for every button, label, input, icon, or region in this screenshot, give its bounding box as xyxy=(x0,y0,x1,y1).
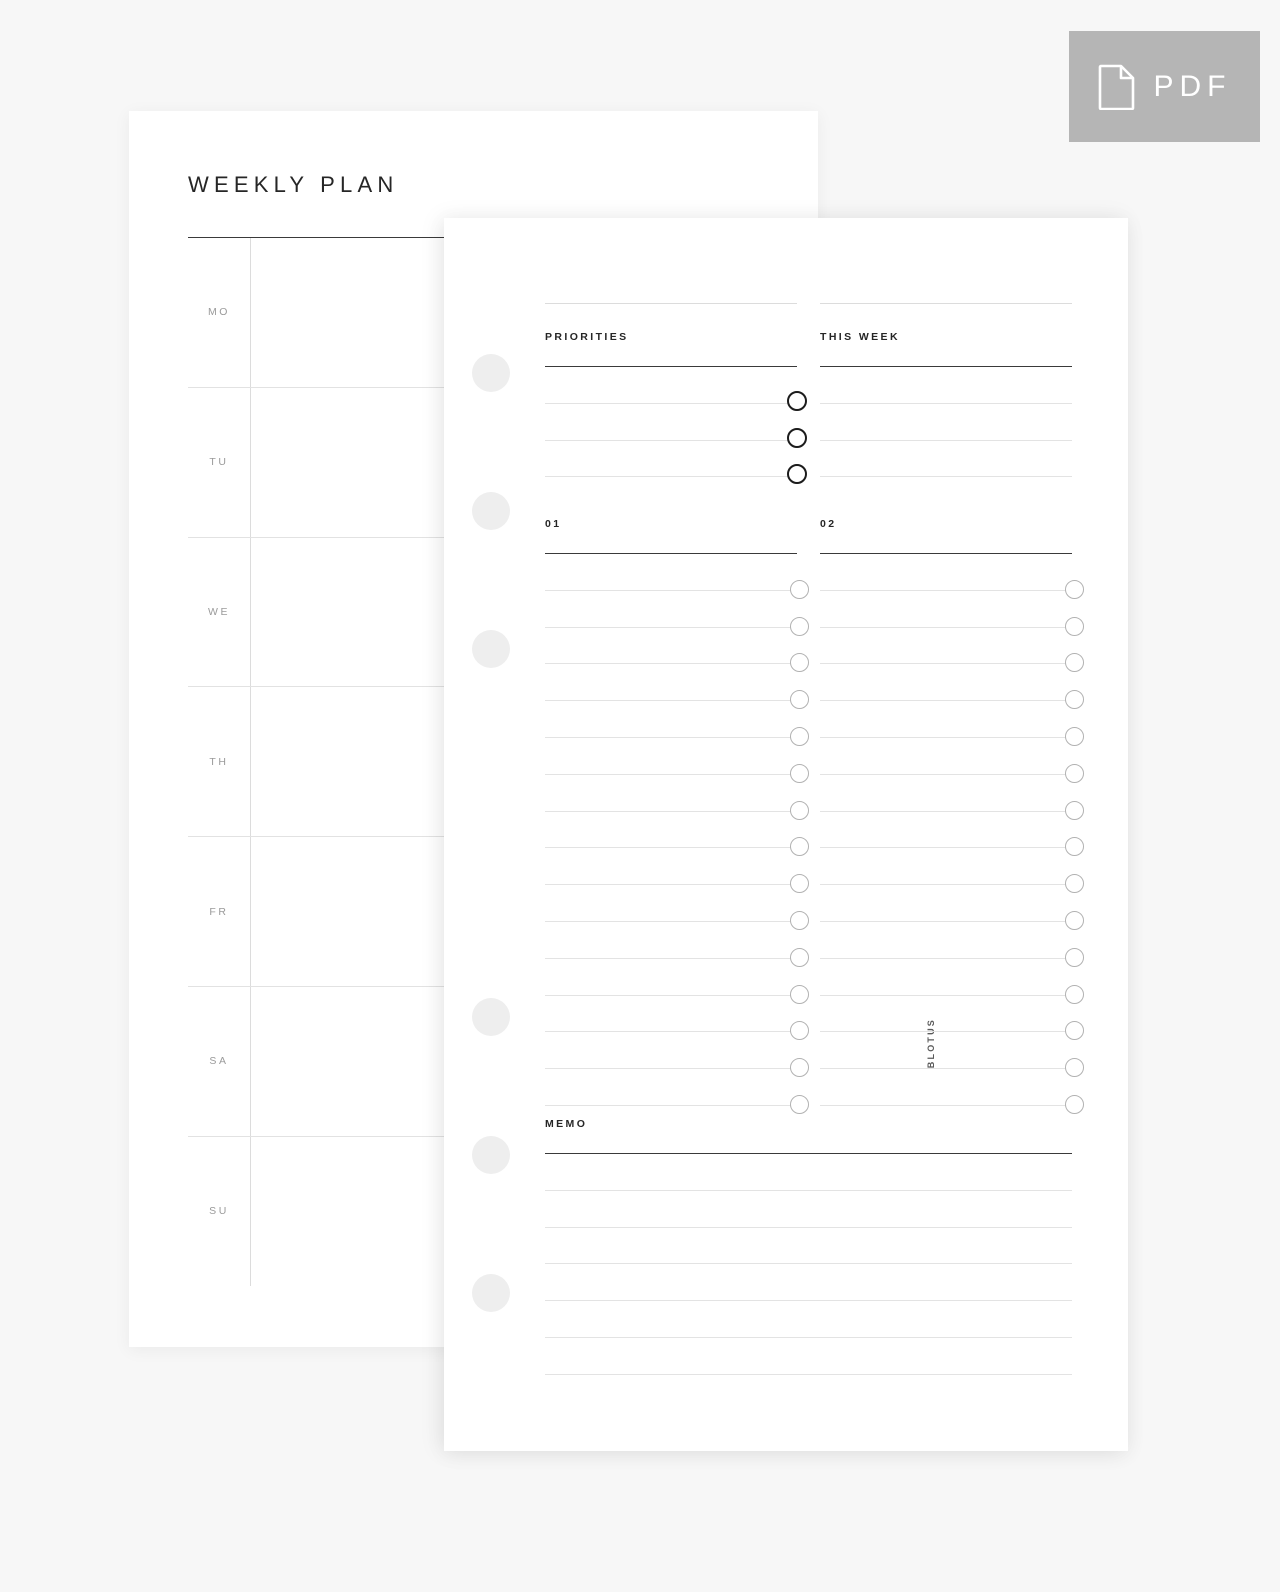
list02-row[interactable] xyxy=(820,848,1084,894)
binder-hole xyxy=(472,1136,510,1174)
list-02-heading: 02 xyxy=(820,518,837,530)
list01-row[interactable] xyxy=(545,1069,809,1114)
list01-row[interactable] xyxy=(545,738,809,783)
list02-row[interactable] xyxy=(820,1032,1084,1078)
memo-row[interactable] xyxy=(545,1301,1072,1338)
binder-hole xyxy=(472,630,510,668)
list01-row[interactable] xyxy=(545,848,809,894)
day-label-cell: TU xyxy=(188,388,250,537)
list-01-rows xyxy=(545,554,809,1114)
checkbox-circle-icon[interactable] xyxy=(1065,1094,1084,1114)
day-label-th: TH xyxy=(209,755,229,768)
this-week-rows xyxy=(820,367,1072,478)
list01-row[interactable] xyxy=(545,664,809,710)
day-label-cell: FR xyxy=(188,837,250,986)
list01-row[interactable] xyxy=(545,996,809,1041)
priorities-section: PRIORITIES xyxy=(545,303,807,485)
checkbox-circle-icon[interactable] xyxy=(790,1094,809,1114)
list02-row[interactable] xyxy=(820,664,1084,710)
binder-hole xyxy=(472,1274,510,1312)
day-label-cell: SU xyxy=(188,1137,250,1286)
list02-row[interactable] xyxy=(820,701,1084,746)
list02-row[interactable] xyxy=(820,738,1084,783)
pdf-badge-label: PDF xyxy=(1153,69,1232,103)
day-label-sa: SA xyxy=(209,1055,229,1068)
day-label-cell: SA xyxy=(188,987,250,1136)
priorities-row[interactable] xyxy=(545,404,807,448)
list02-row[interactable] xyxy=(820,996,1084,1041)
day-label-cell: MO xyxy=(188,238,250,387)
day-label-mo: MO xyxy=(207,306,231,319)
day-label-fr: FR xyxy=(209,905,229,918)
memo-row[interactable] xyxy=(545,1264,1072,1302)
this-week-heading: THIS WEEK xyxy=(820,331,900,343)
list02-row[interactable] xyxy=(820,775,1084,820)
list01-row[interactable] xyxy=(545,1032,809,1078)
pdf-badge: PDF xyxy=(1069,31,1260,142)
list01-row[interactable] xyxy=(545,628,809,673)
this-week-section: THIS WEEK xyxy=(820,303,1072,478)
thisweek-row[interactable] xyxy=(820,441,1072,478)
list-02-rows xyxy=(820,554,1084,1114)
memo-section: MEMO xyxy=(545,1118,1072,1375)
memo-heading: MEMO xyxy=(545,1118,588,1130)
binder-hole xyxy=(472,998,510,1036)
list02-row[interactable] xyxy=(820,959,1084,1004)
tasks-page: BLOTUS PRIORITIES THIS WEEK 01 02 MEMO xyxy=(444,218,1128,1451)
list01-row[interactable] xyxy=(545,885,809,930)
memo-row[interactable] xyxy=(545,1338,1072,1375)
day-label-we: WE xyxy=(207,605,231,618)
list02-row[interactable] xyxy=(820,591,1084,636)
priorities-row[interactable] xyxy=(545,367,807,411)
list01-row[interactable] xyxy=(545,701,809,746)
list02-row[interactable] xyxy=(820,885,1084,930)
list02-row[interactable] xyxy=(820,922,1084,967)
memo-row[interactable] xyxy=(545,1154,1072,1191)
day-label-cell: WE xyxy=(188,538,250,687)
thisweek-row[interactable] xyxy=(820,404,1072,441)
list01-row[interactable] xyxy=(545,922,809,967)
list02-row[interactable] xyxy=(820,554,1084,599)
list01-row[interactable] xyxy=(545,554,809,599)
priorities-rows xyxy=(545,367,807,485)
list01-row[interactable] xyxy=(545,775,809,820)
day-label-su: SU xyxy=(209,1205,229,1218)
list02-row[interactable] xyxy=(820,628,1084,673)
list01-row[interactable] xyxy=(545,591,809,636)
list01-row[interactable] xyxy=(545,959,809,1004)
memo-rows xyxy=(545,1154,1072,1375)
list-01-section: 01 xyxy=(545,518,809,1114)
list02-row[interactable] xyxy=(820,812,1084,857)
day-label-tu: TU xyxy=(209,456,229,469)
pdf-document-icon xyxy=(1098,64,1134,110)
list02-row[interactable] xyxy=(820,1069,1084,1114)
list01-row[interactable] xyxy=(545,812,809,857)
binder-hole xyxy=(472,354,510,392)
list-02-section: 02 xyxy=(820,518,1084,1114)
list-01-heading: 01 xyxy=(545,518,562,530)
priorities-heading: PRIORITIES xyxy=(545,331,629,343)
day-label-cell: TH xyxy=(188,687,250,836)
memo-row[interactable] xyxy=(545,1191,1072,1228)
thisweek-row[interactable] xyxy=(820,367,1072,404)
priorities-row[interactable] xyxy=(545,441,807,485)
binder-hole xyxy=(472,492,510,530)
memo-row[interactable] xyxy=(545,1228,1072,1265)
checkbox-circle-icon[interactable] xyxy=(787,464,807,485)
page-title: WEEKLY PLAN xyxy=(188,172,399,197)
